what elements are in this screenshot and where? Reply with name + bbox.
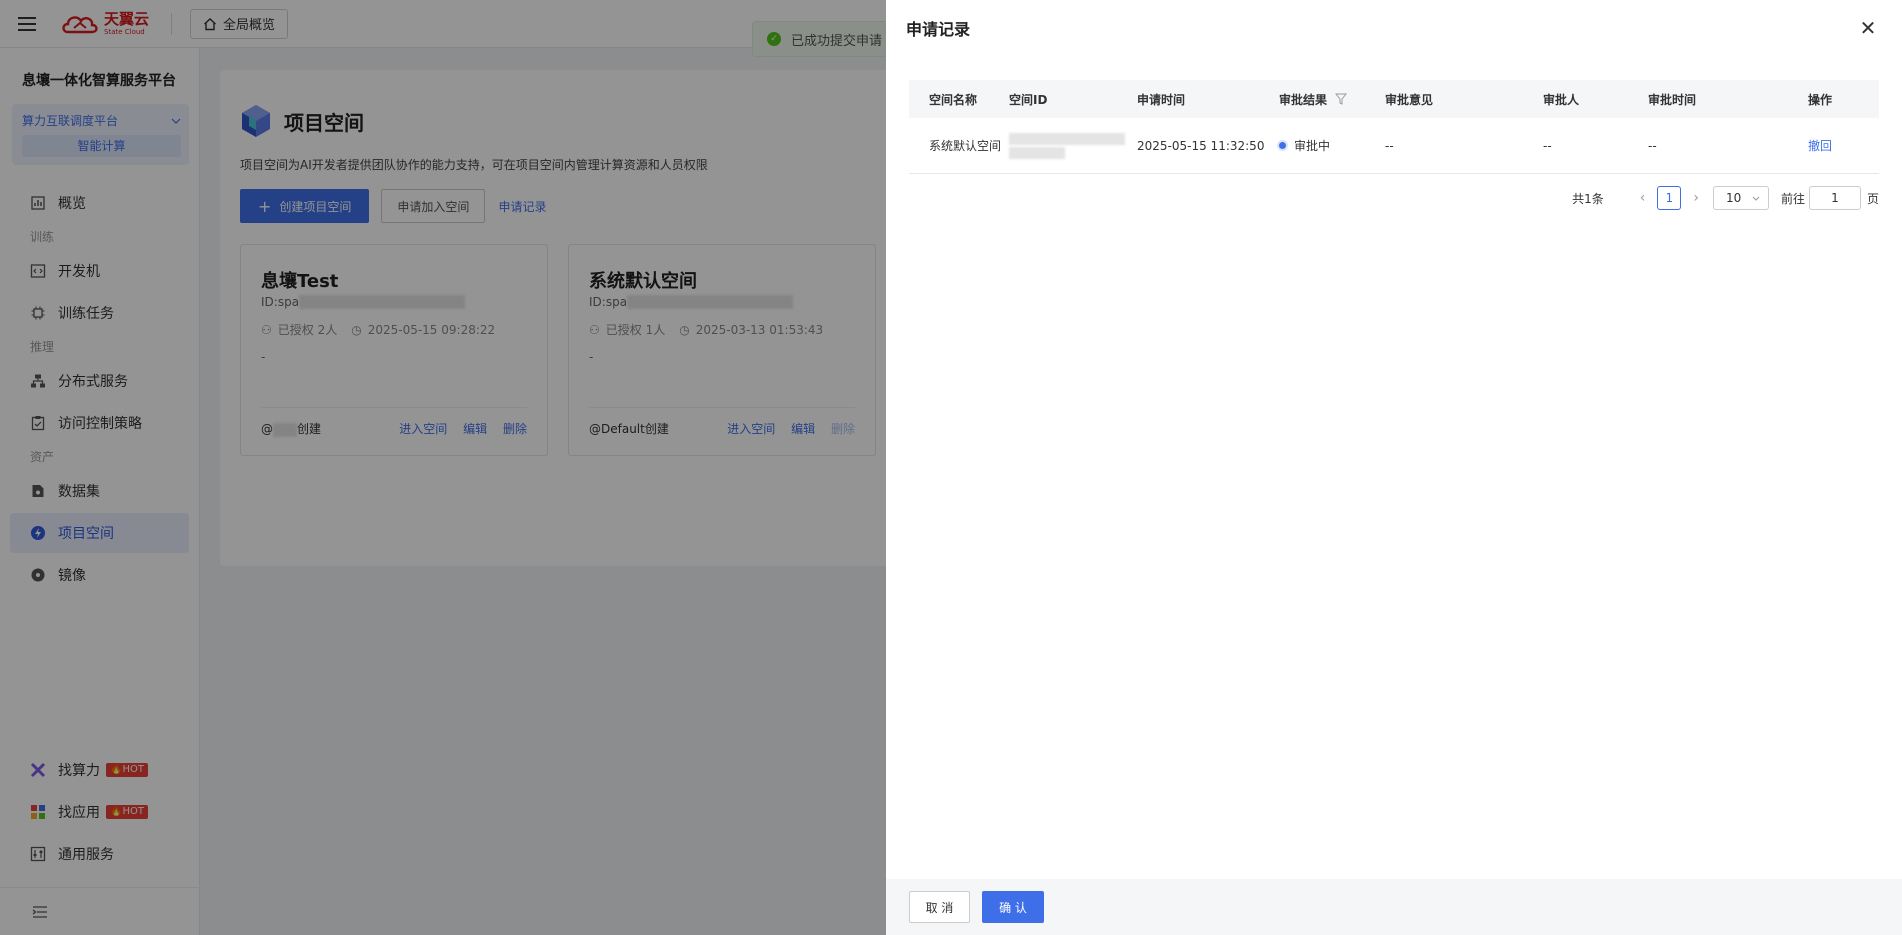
cell-approve-time: -- xyxy=(1648,138,1657,153)
table-header: 空间名称 空间ID 申请时间 审批结果 审批意见 审批人 审批时间 操作 xyxy=(909,80,1879,118)
application-records-drawer: 申请记录 ✕ 空间名称 空间ID 申请时间 审批结果 审批意见 审批人 审批时间… xyxy=(886,0,1902,935)
cell-space-id xyxy=(1009,132,1137,159)
cancel-button[interactable]: 取 消 xyxy=(909,891,970,923)
chevron-down-icon xyxy=(1752,196,1760,201)
column-header: 审批时间 xyxy=(1648,92,1697,107)
goto-page-input[interactable]: 1 xyxy=(1808,186,1861,210)
page-size-select[interactable]: 10 xyxy=(1712,186,1769,210)
chevron-right-icon[interactable]: › xyxy=(1693,190,1699,206)
status-dot xyxy=(1279,142,1286,149)
cell-result: 审批中 xyxy=(1279,137,1385,154)
cell-apply-time: 2025-05-15 11:32:50 xyxy=(1137,138,1265,153)
column-header: 空间ID xyxy=(1009,92,1048,107)
records-table: 空间名称 空间ID 申请时间 审批结果 审批意见 审批人 审批时间 操作 系统默… xyxy=(909,80,1879,174)
column-header: 申请时间 xyxy=(1137,92,1186,107)
pagination: 共1条 ‹ 1 › 10 前往 1 页 xyxy=(909,186,1879,210)
drawer-title: 申请记录 xyxy=(906,20,971,39)
table-row: 系统默认空间 2025-05-15 11:32:50 审批中 -- -- -- … xyxy=(909,118,1879,174)
column-header: 审批人 xyxy=(1543,92,1580,107)
chevron-left-icon[interactable]: ‹ xyxy=(1640,190,1646,206)
filter-icon[interactable] xyxy=(1335,93,1348,105)
column-header: 审批意见 xyxy=(1385,92,1434,107)
cell-opinion: -- xyxy=(1385,138,1394,153)
column-header-result: 审批结果 xyxy=(1279,91,1385,108)
close-icon[interactable]: ✕ xyxy=(1858,16,1878,40)
cell-space-name: 系统默认空间 xyxy=(929,139,1002,153)
cell-approver: -- xyxy=(1543,138,1552,153)
page-unit-label: 页 xyxy=(1866,191,1879,206)
withdraw-link[interactable]: 撤回 xyxy=(1808,137,1879,154)
confirm-button[interactable]: 确 认 xyxy=(982,891,1044,923)
page-number-current[interactable]: 1 xyxy=(1657,186,1682,210)
column-header: 操作 xyxy=(1808,92,1833,107)
goto-label: 前往 xyxy=(1780,191,1805,206)
pagination-total: 共1条 xyxy=(1572,191,1604,206)
drawer-footer: 取 消 确 认 xyxy=(886,879,1902,935)
column-header: 空间名称 xyxy=(929,92,978,107)
